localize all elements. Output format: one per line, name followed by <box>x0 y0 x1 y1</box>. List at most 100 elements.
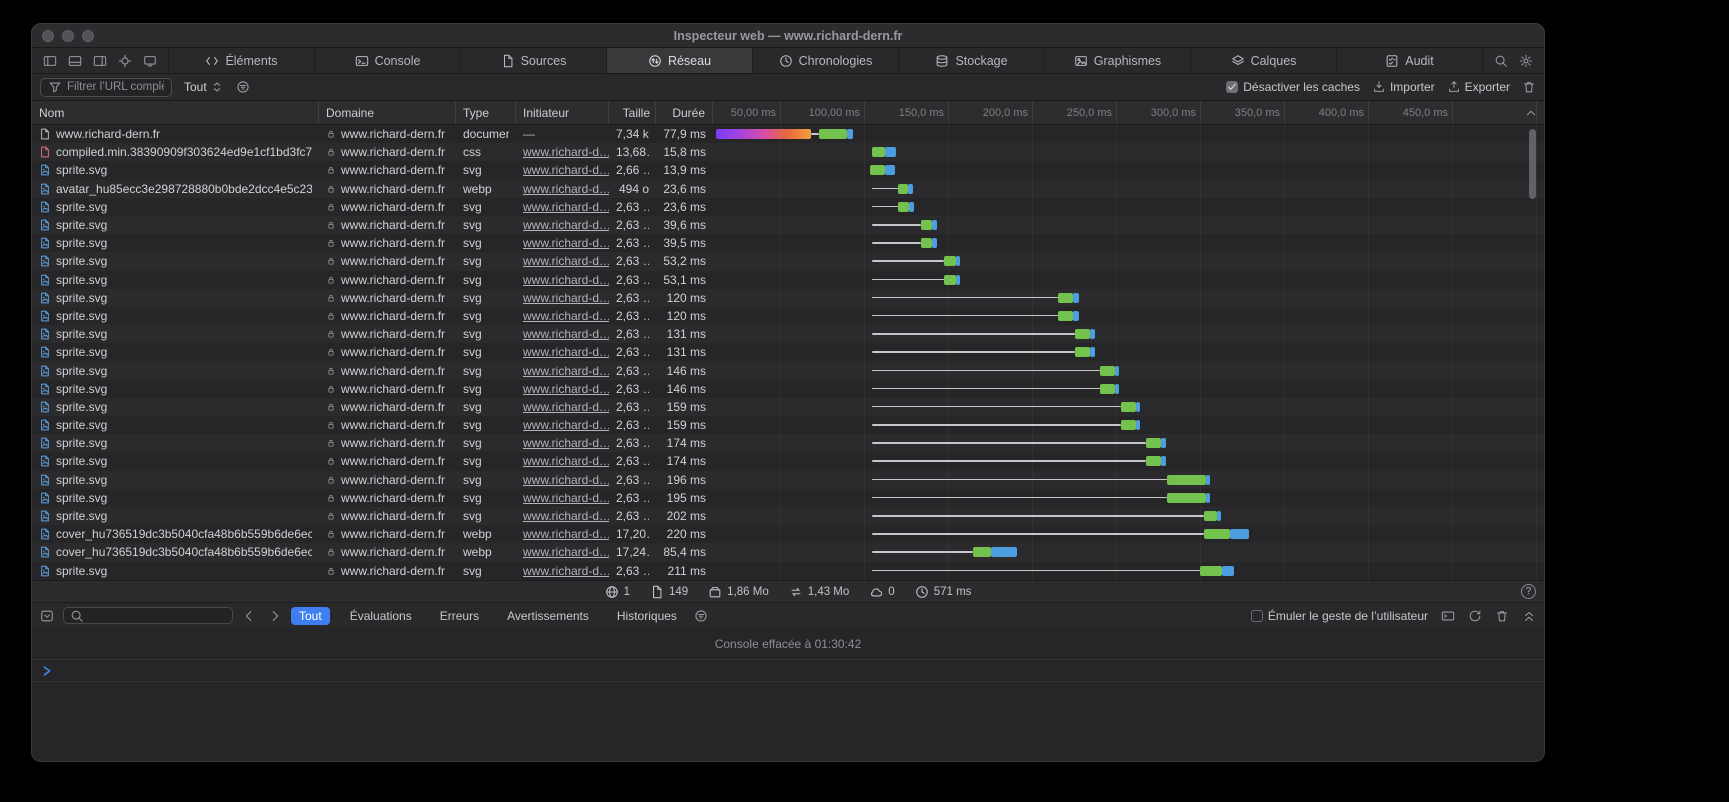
console-search-input[interactable] <box>89 610 226 622</box>
table-row[interactable]: sprite.svg www.richard-dern.fr svg www.r… <box>32 562 1544 580</box>
export-button[interactable]: Exporter <box>1447 80 1510 94</box>
url-filter-field[interactable] <box>40 78 172 97</box>
resource-initiator[interactable]: www.richard-d… <box>523 436 609 450</box>
resource-initiator[interactable]: www.richard-d… <box>523 364 609 378</box>
minimize-button[interactable] <box>62 30 74 42</box>
disable-caches-checkbox[interactable]: Désactiver les caches <box>1226 80 1360 94</box>
resource-initiator[interactable]: www.richard-d… <box>523 491 609 505</box>
table-row[interactable]: cover_hu736519dc3b5040cfa48b6b559b6de6ec… <box>32 525 1544 543</box>
tab-network[interactable]: Réseau <box>606 48 752 73</box>
resource-initiator[interactable]: www.richard-d… <box>523 545 609 559</box>
resource-initiator[interactable]: www.richard-d… <box>523 473 609 487</box>
help-button[interactable]: ? <box>1521 584 1536 599</box>
table-row[interactable]: sprite.svg www.richard-dern.fr svg www.r… <box>32 343 1544 361</box>
resource-initiator[interactable]: www.richard-d… <box>523 454 609 468</box>
column-header-initiator[interactable]: Initiateur <box>516 101 609 124</box>
column-header-name[interactable]: Nom <box>32 101 319 124</box>
column-header-size[interactable]: Taille <box>609 101 656 124</box>
table-row[interactable]: sprite.svg www.richard-dern.fr svg www.r… <box>32 271 1544 289</box>
dock-bottom-icon[interactable] <box>68 54 82 68</box>
tab-console[interactable]: Console <box>314 48 460 73</box>
collapse-console-icon[interactable] <box>1522 609 1536 623</box>
filter-options-icon[interactable] <box>236 80 250 94</box>
table-row[interactable]: sprite.svg www.richard-dern.fr svg www.r… <box>32 398 1544 416</box>
resource-initiator[interactable]: www.richard-d… <box>523 163 609 177</box>
table-row[interactable]: sprite.svg www.richard-dern.fr svg www.r… <box>32 216 1544 234</box>
table-row[interactable]: sprite.svg www.richard-dern.fr svg www.r… <box>32 234 1544 252</box>
console-pin-icon[interactable] <box>40 609 54 623</box>
resource-initiator[interactable]: www.richard-d… <box>523 400 609 414</box>
console-input-area[interactable] <box>32 682 1544 761</box>
emulate-gesture-checkbox[interactable]: Émuler le geste de l’utilisateur <box>1251 609 1428 623</box>
url-filter-input[interactable] <box>67 81 164 93</box>
console-search-field[interactable] <box>63 607 233 624</box>
resource-initiator[interactable]: www.richard-d… <box>523 309 609 323</box>
resource-initiator[interactable]: www.richard-d… <box>523 527 609 541</box>
resource-initiator[interactable]: www.richard-d… <box>523 200 609 214</box>
table-row[interactable]: sprite.svg www.richard-dern.fr svg www.r… <box>32 452 1544 470</box>
forward-icon[interactable] <box>268 609 282 623</box>
resource-initiator[interactable]: www.richard-d… <box>523 218 609 232</box>
table-row[interactable]: cover_hu736519dc3b5040cfa48b6b559b6de6ec… <box>32 543 1544 561</box>
tab-audit[interactable]: Audit <box>1336 48 1482 73</box>
table-row[interactable]: sprite.svg www.richard-dern.fr svg www.r… <box>32 161 1544 179</box>
table-row[interactable]: sprite.svg www.richard-dern.fr svg www.r… <box>32 289 1544 307</box>
table-row[interactable]: sprite.svg www.richard-dern.fr svg www.r… <box>32 489 1544 507</box>
console-prompt[interactable] <box>32 660 1544 682</box>
column-header-duration[interactable]: Durée <box>656 101 713 124</box>
table-row[interactable]: avatar_hu85ecc3e298728880b0bde2dcc4e5c23… <box>32 180 1544 198</box>
tab-layers[interactable]: Calques <box>1190 48 1336 73</box>
column-header-type[interactable]: Type <box>456 101 516 124</box>
table-row[interactable]: sprite.svg www.richard-dern.fr svg www.r… <box>32 325 1544 343</box>
console-scope-erreurs[interactable]: Erreurs <box>432 607 487 625</box>
table-row[interactable]: sprite.svg www.richard-dern.fr svg www.r… <box>32 471 1544 489</box>
resource-initiator[interactable]: www.richard-d… <box>523 564 609 578</box>
resource-initiator[interactable]: www.richard-d… <box>523 273 609 287</box>
title-bar[interactable]: Inspecteur web — www.richard-dern.fr <box>32 24 1544 48</box>
scroll-top-icon[interactable] <box>1524 106 1538 120</box>
resource-initiator[interactable]: www.richard-d… <box>523 509 609 523</box>
console-scope-evaluations[interactable]: Évaluations <box>342 607 420 625</box>
tab-elements[interactable]: Éléments <box>168 48 314 73</box>
table-row[interactable]: sprite.svg www.richard-dern.fr svg www.r… <box>32 307 1544 325</box>
type-scope-popup[interactable]: Tout <box>184 80 224 94</box>
tab-graphics[interactable]: Graphismes <box>1044 48 1190 73</box>
resource-initiator[interactable]: www.richard-d… <box>523 345 609 359</box>
column-header-domain[interactable]: Domaine <box>319 101 456 124</box>
clear-console-icon[interactable] <box>1495 609 1509 623</box>
console-scope-historiques[interactable]: Historiques <box>609 607 685 625</box>
element-picker-icon[interactable] <box>118 54 132 68</box>
responsive-mode-icon[interactable] <box>143 54 157 68</box>
console-filter-icon[interactable] <box>694 609 708 623</box>
resource-initiator[interactable]: www.richard-d… <box>523 291 609 305</box>
tab-sources[interactable]: Sources <box>460 48 606 73</box>
clear-network-icon[interactable] <box>1522 80 1536 94</box>
resource-initiator[interactable]: www.richard-d… <box>523 254 609 268</box>
table-row[interactable]: sprite.svg www.richard-dern.fr svg www.r… <box>32 507 1544 525</box>
console-messages-icon[interactable] <box>1441 609 1455 623</box>
table-row[interactable]: sprite.svg www.richard-dern.fr svg www.r… <box>32 416 1544 434</box>
resource-initiator[interactable]: www.richard-d… <box>523 236 609 250</box>
dock-left-icon[interactable] <box>43 54 57 68</box>
search-icon[interactable] <box>1494 54 1508 68</box>
table-row[interactable]: sprite.svg www.richard-dern.fr svg www.r… <box>32 434 1544 452</box>
console-scope-tout[interactable]: Tout <box>291 607 330 625</box>
activity-icon[interactable] <box>1468 609 1482 623</box>
resource-initiator[interactable]: www.richard-d… <box>523 182 609 196</box>
back-icon[interactable] <box>242 609 256 623</box>
resource-initiator[interactable]: www.richard-d… <box>523 418 609 432</box>
table-row[interactable]: compiled.min.38390909f303624ed9e1cf1bd3f… <box>32 143 1544 161</box>
tab-timelines[interactable]: Chronologies <box>752 48 898 73</box>
resource-initiator[interactable]: www.richard-d… <box>523 327 609 341</box>
table-row[interactable]: sprite.svg www.richard-dern.fr svg www.r… <box>32 380 1544 398</box>
table-row[interactable]: sprite.svg www.richard-dern.fr svg www.r… <box>32 198 1544 216</box>
console-scope-avertissements[interactable]: Avertissements <box>499 607 597 625</box>
resource-initiator[interactable]: www.richard-d… <box>523 145 609 159</box>
table-row[interactable]: sprite.svg www.richard-dern.fr svg www.r… <box>32 361 1544 379</box>
resource-initiator[interactable]: www.richard-d… <box>523 382 609 396</box>
import-button[interactable]: Importer <box>1372 80 1435 94</box>
dock-right-icon[interactable] <box>93 54 107 68</box>
gear-icon[interactable] <box>1519 54 1533 68</box>
zoom-button[interactable] <box>82 30 94 42</box>
tab-storage[interactable]: Stockage <box>898 48 1044 73</box>
